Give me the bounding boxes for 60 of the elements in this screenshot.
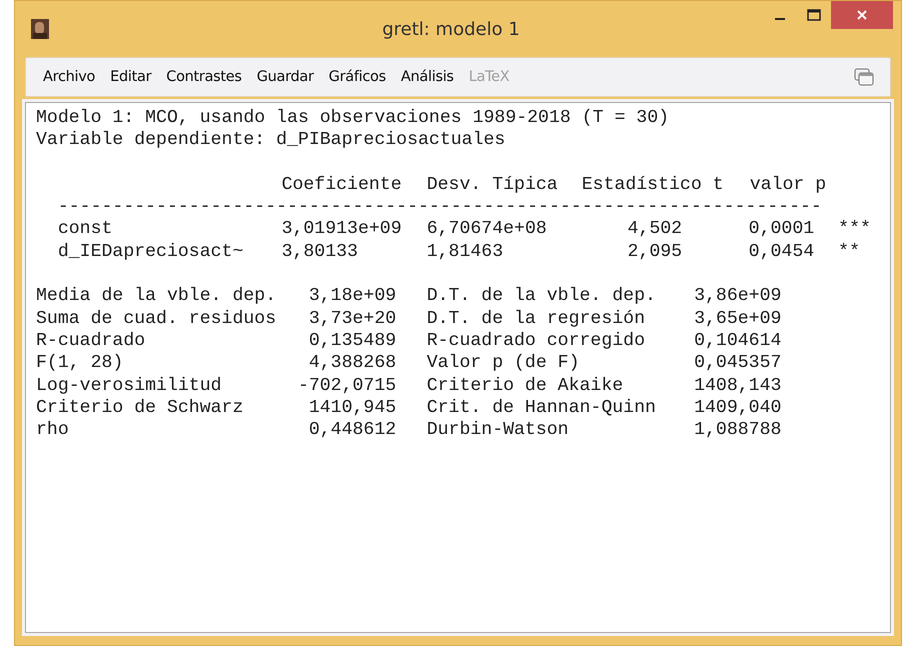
- stat-value: 1,088788: [694, 419, 782, 442]
- stat-value: 1408,143: [694, 374, 782, 397]
- maximize-icon: [807, 9, 821, 21]
- stat-value: 3,73e+20: [308, 308, 396, 330]
- stat-label: F(1, 28): [36, 352, 124, 375]
- app-icon: [31, 19, 49, 39]
- stat-label: R-cuadrado corregido: [426, 330, 646, 352]
- table-cell-text: 1,81463: [426, 240, 504, 264]
- significance-stars: ***: [838, 218, 872, 241]
- stat-label: R-cuadrado: [36, 330, 146, 352]
- stat-value: 3,65e+09: [694, 308, 782, 330]
- stat-value: 0,448612: [308, 419, 396, 442]
- stat-label: rho: [36, 419, 70, 442]
- close-button[interactable]: [831, 1, 893, 29]
- stat-value: 3,86e+09: [694, 285, 782, 308]
- stat-value: 0,104614: [694, 330, 782, 352]
- stat-label: Criterio de Schwarz: [36, 396, 244, 420]
- stat-label: Crit. de Hannan-Quinn: [426, 396, 657, 420]
- table-cell-text: 3,01913e+09: [282, 218, 403, 241]
- column-header: Desv. Típica: [426, 174, 559, 196]
- stat-value: -702,0715: [298, 374, 396, 397]
- table-cell-text: 2,095: [626, 240, 682, 264]
- stat-value: 0,135489: [308, 330, 396, 352]
- variable-name: d_IEDapreciosact~: [58, 240, 244, 264]
- stat-label: Valor p (de F): [426, 352, 581, 375]
- close-icon: [856, 9, 868, 21]
- table-cell-text: 3,80133: [282, 240, 359, 264]
- windows-icon[interactable]: [854, 68, 874, 86]
- menu-item[interactable]: Editar: [105, 67, 156, 87]
- stat-label: D.T. de la vble. dep.: [426, 285, 657, 308]
- significance-stars: **: [838, 240, 861, 264]
- table-cell-text: 6,70674e+08: [426, 218, 548, 241]
- menu-item[interactable]: Contrastes: [161, 67, 247, 87]
- table-cell-text: 4,502: [626, 218, 682, 241]
- column-header: Estadístico t: [582, 174, 725, 196]
- text-line: Variable dependiente: d_PIBapreciosactuales: [36, 129, 506, 152]
- stat-value: 1410,945: [308, 396, 396, 420]
- table-cell-text: 0,0001: [748, 218, 814, 241]
- stat-label: D.T. de la regresión: [426, 308, 646, 330]
- table-cell-text: 0,0454: [748, 240, 814, 264]
- window-title: gretl: modelo 1: [381, 18, 521, 40]
- stat-label: Durbin-Watson: [426, 419, 570, 442]
- menu-item[interactable]: Análisis: [396, 67, 459, 87]
- column-header: valor p: [750, 174, 828, 196]
- menu-item[interactable]: Gráficos: [324, 67, 391, 87]
- stat-label: Media de la vble. dep.: [36, 285, 278, 308]
- dashed-rule: ----------------------------------------------------------------------: [58, 197, 822, 218]
- stat-label: Log-verosimilitud: [36, 374, 223, 397]
- stat-value: 3,18e+09: [308, 285, 396, 308]
- text-line: Modelo 1: MCO, usando las observaciones 1989-2018 (T = 30): [36, 107, 670, 130]
- column-header: Coeficiente: [282, 174, 403, 196]
- stat-value: 0,045357: [694, 352, 782, 375]
- variable-name: const: [58, 218, 114, 241]
- stat-value: 1409,040: [694, 396, 782, 420]
- minimize-icon: [775, 18, 785, 20]
- stat-label: Criterio de Akaike: [426, 374, 624, 397]
- menu-item[interactable]: Archivo: [38, 67, 100, 87]
- stat-label: Suma de cuad. residuos: [36, 308, 278, 330]
- menu-item[interactable]: Guardar: [252, 67, 319, 87]
- stat-value: 4,388268: [308, 352, 396, 375]
